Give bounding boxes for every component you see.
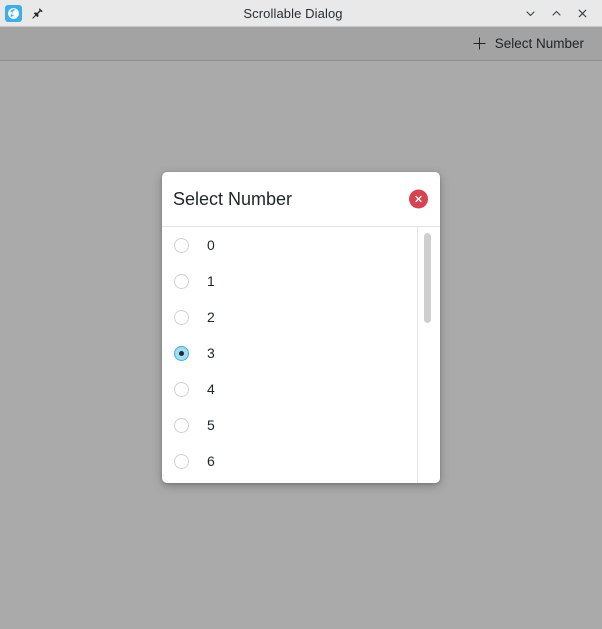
dialog-close-button[interactable] <box>409 189 428 209</box>
minimize-button[interactable] <box>518 2 542 24</box>
select-number-toolbar-label: Select Number <box>494 36 584 51</box>
list-item[interactable]: 3 <box>162 335 417 371</box>
window-controls <box>516 2 602 24</box>
radio-button-icon[interactable] <box>174 273 189 289</box>
content-area: Select Number 0 1 2 3 4 5 6 <box>0 61 602 629</box>
radio-button-icon[interactable] <box>174 345 189 361</box>
dialog-body: 0 1 2 3 4 5 6 <box>162 227 440 483</box>
radio-button-icon[interactable] <box>174 417 189 433</box>
radio-button-icon[interactable] <box>174 237 189 253</box>
list-item-label: 2 <box>207 309 215 325</box>
list-item[interactable]: 4 <box>162 371 417 407</box>
kde-logo-icon[interactable] <box>5 4 22 22</box>
list-item-label: 3 <box>207 345 215 361</box>
list-item[interactable]: 6 <box>162 443 417 479</box>
list-item[interactable]: 1 <box>162 263 417 299</box>
list-item[interactable]: 2 <box>162 299 417 335</box>
radio-button-icon[interactable] <box>174 309 189 325</box>
list-item-label: 5 <box>207 417 215 433</box>
list-item-label: 1 <box>207 273 215 289</box>
select-number-dialog: Select Number 0 1 2 3 4 5 6 <box>162 172 440 483</box>
window-title: Scrollable Dialog <box>243 5 343 21</box>
maximize-button[interactable] <box>544 2 568 24</box>
titlebar-left-controls <box>0 4 70 22</box>
list-item-label: 0 <box>207 237 215 253</box>
dialog-header: Select Number <box>162 172 440 227</box>
plus-icon <box>472 36 488 52</box>
dialog-scrollbar[interactable] <box>419 227 440 483</box>
dialog-title: Select Number <box>173 188 293 209</box>
scrollbar-thumb[interactable] <box>424 233 431 323</box>
list-item[interactable]: 0 <box>162 227 417 263</box>
list-item-label: 4 <box>207 381 215 397</box>
list-item-label: 6 <box>207 453 215 469</box>
application-window: Scrollable Dialog Select Number Select N… <box>0 0 602 629</box>
number-option-list[interactable]: 0 1 2 3 4 5 6 <box>162 227 418 483</box>
window-titlebar: Scrollable Dialog <box>0 0 602 27</box>
radio-button-icon[interactable] <box>174 453 189 469</box>
main-toolbar: Select Number <box>0 27 602 61</box>
radio-button-icon[interactable] <box>174 381 189 397</box>
close-button[interactable] <box>570 2 594 24</box>
select-number-toolbar-button[interactable]: Select Number <box>464 33 598 55</box>
pin-icon[interactable] <box>30 6 45 21</box>
list-item[interactable]: 5 <box>162 407 417 443</box>
